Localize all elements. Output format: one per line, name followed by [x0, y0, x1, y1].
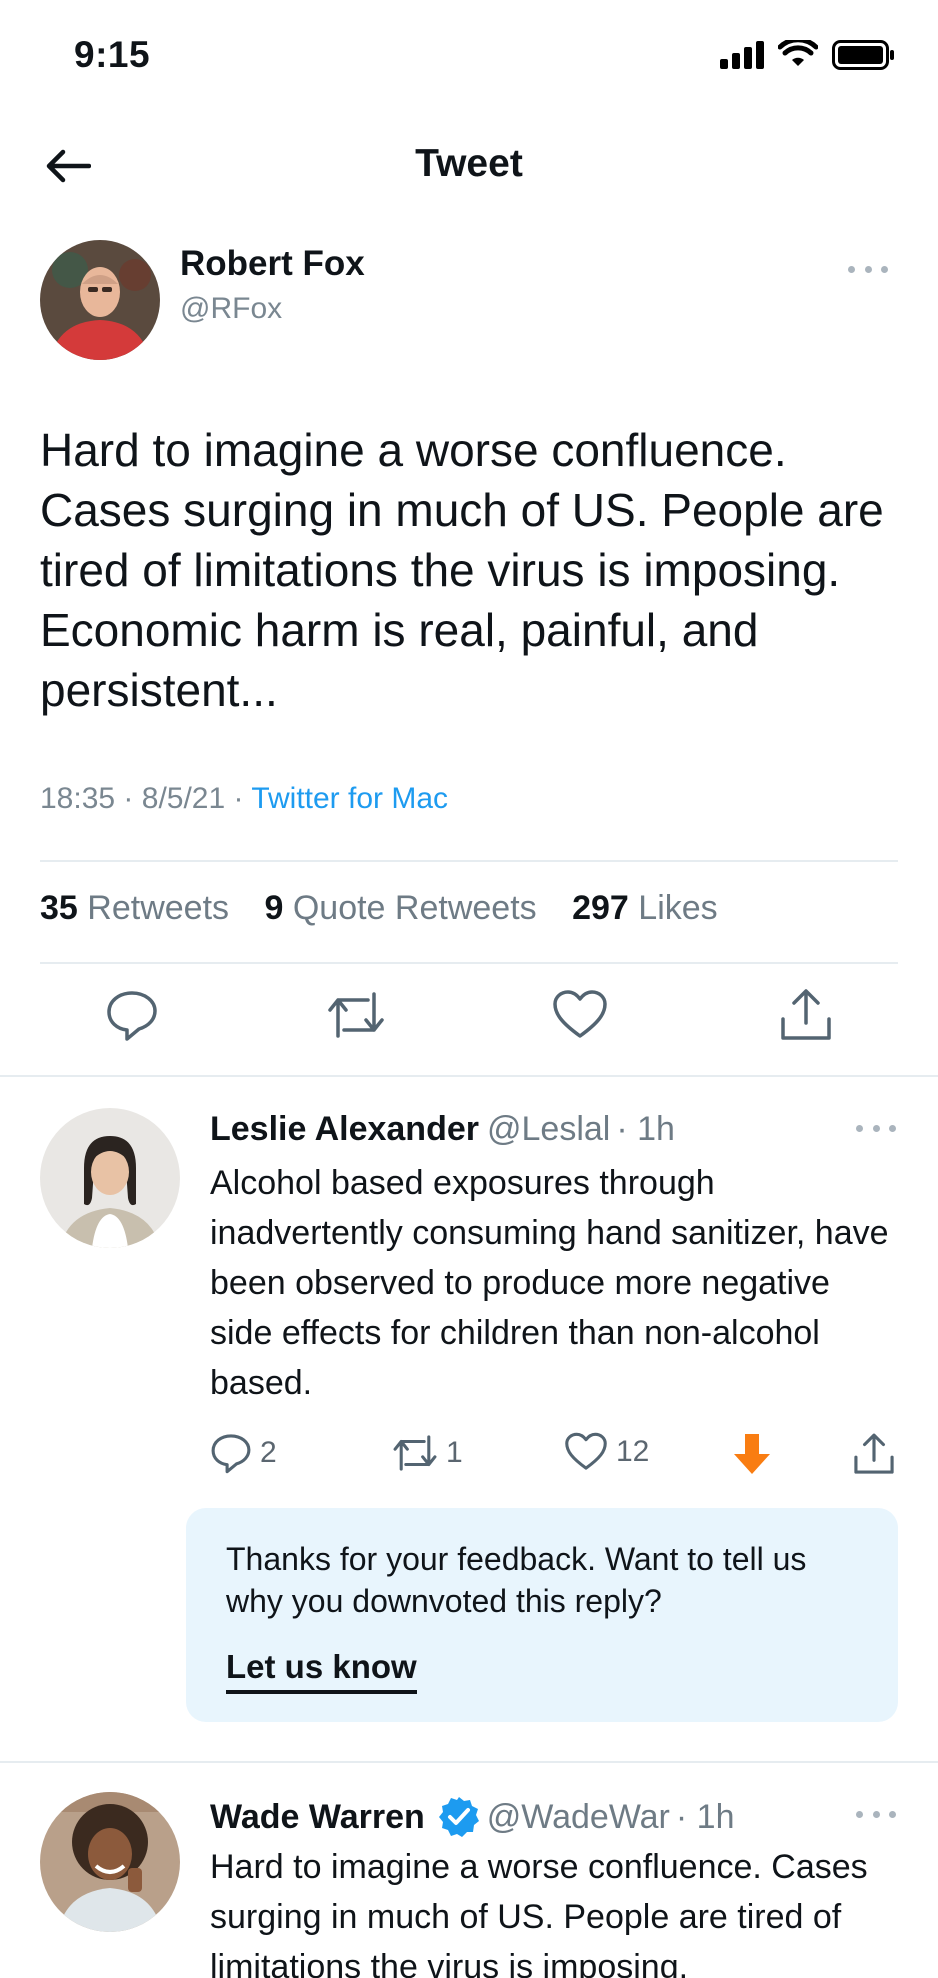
- avatar-image: [40, 240, 160, 360]
- divider: [0, 1075, 938, 1077]
- reply-avatar[interactable]: [40, 1792, 180, 1932]
- retweets-stat[interactable]: 35 Retweets: [40, 889, 229, 927]
- reply-time: · 1h: [675, 1797, 735, 1836]
- meta-separator: ·: [123, 782, 134, 815]
- divider: [0, 1761, 938, 1763]
- quotes-count: 9: [264, 889, 284, 927]
- reply-author-handle[interactable]: @WadeWar: [487, 1798, 670, 1837]
- tweet-stats: 35 Retweets 9 Quote Retweets 297 Likes: [40, 889, 744, 928]
- tweet-source-link[interactable]: Twitter for Mac: [251, 782, 448, 815]
- quotes-label: Quote Retweets: [292, 889, 537, 927]
- avatar-image: [40, 1792, 180, 1932]
- reply-count: 2: [260, 1436, 277, 1469]
- downvote-button[interactable]: [732, 1432, 772, 1476]
- downvote-arrow-icon: [734, 1434, 770, 1474]
- retweets-label: Retweets: [87, 889, 230, 927]
- verified-badge-icon: [437, 1795, 481, 1839]
- author-handle[interactable]: @RFox: [180, 292, 282, 326]
- cellular-signal-icon: [720, 41, 764, 69]
- author-name[interactable]: Robert Fox: [180, 244, 365, 284]
- reply-author-name[interactable]: Wade Warren: [210, 1798, 425, 1837]
- reply-avatar[interactable]: [40, 1108, 180, 1248]
- tweet-actions: [0, 985, 938, 1057]
- like-button[interactable]: 12: [564, 1432, 649, 1472]
- retweet-icon: [393, 1435, 437, 1471]
- reply-author-name[interactable]: Leslie Alexander: [210, 1110, 479, 1149]
- wifi-icon: [778, 40, 818, 66]
- reply-header: Leslie Alexander @Leslal · 1h: [210, 1110, 675, 1149]
- divider: [40, 860, 898, 862]
- retweet-icon: [328, 992, 384, 1038]
- tweet-meta: 18:35 · 8/5/21 · Twitter for Mac: [40, 782, 448, 816]
- let-us-know-link[interactable]: Let us know: [226, 1648, 417, 1694]
- divider: [40, 962, 898, 964]
- meta-separator: ·: [233, 782, 244, 815]
- reply-button[interactable]: [102, 985, 162, 1045]
- tweet-date: 8/5/21: [141, 782, 226, 815]
- likes-stat[interactable]: 297 Likes: [572, 889, 718, 927]
- share-icon: [854, 1433, 894, 1474]
- reply-header: Wade Warren @WadeWar · 1h: [210, 1795, 734, 1839]
- battery-icon: [832, 40, 894, 70]
- retweet-button[interactable]: [326, 985, 386, 1045]
- likes-count: 297: [572, 889, 629, 927]
- author-avatar[interactable]: [40, 240, 160, 360]
- reply-author-handle[interactable]: @Leslal: [487, 1110, 610, 1149]
- quote-retweets-stat[interactable]: 9 Quote Retweets: [264, 889, 536, 927]
- share-button[interactable]: [852, 1432, 896, 1476]
- reply-text: Alcohol based exposures through inadvert…: [210, 1164, 889, 1402]
- share-icon: [781, 989, 831, 1040]
- like-button[interactable]: [550, 985, 610, 1045]
- more-options-icon[interactable]: [856, 1804, 896, 1824]
- downvote-feedback-panel: Thanks for your feedback. Want to tell u…: [186, 1508, 898, 1722]
- heart-icon: [565, 1432, 607, 1470]
- share-button[interactable]: [776, 985, 836, 1045]
- page-title: Tweet: [415, 142, 523, 185]
- status-icons: [720, 40, 896, 70]
- reply-text: Hard to imagine a worse confluence. Case…: [210, 1848, 868, 1978]
- reply-time: · 1h: [616, 1110, 675, 1148]
- more-options-icon[interactable]: [848, 259, 888, 279]
- like-count: 12: [616, 1435, 650, 1468]
- status-bar: 9:15: [0, 0, 938, 112]
- retweets-count: 35: [40, 889, 78, 927]
- heart-icon: [553, 990, 607, 1038]
- reply-icon: [107, 991, 157, 1041]
- more-options-icon[interactable]: [856, 1118, 896, 1138]
- nav-bar: Tweet: [0, 112, 938, 220]
- retweet-count: 1: [446, 1436, 463, 1469]
- avatar-image: [40, 1108, 180, 1248]
- reply-actions: 2 1 12: [210, 1432, 910, 1492]
- tweet-text: Hard to imagine a worse confluence. Case…: [40, 424, 884, 716]
- likes-label: Likes: [638, 889, 718, 927]
- reply-icon: [211, 1434, 251, 1474]
- status-time: 9:15: [74, 34, 151, 75]
- retweet-button[interactable]: 1: [392, 1432, 463, 1474]
- feedback-message: Thanks for your feedback. Want to tell u…: [226, 1541, 807, 1619]
- tweet-time: 18:35: [40, 782, 116, 815]
- reply-button[interactable]: 2: [210, 1432, 277, 1474]
